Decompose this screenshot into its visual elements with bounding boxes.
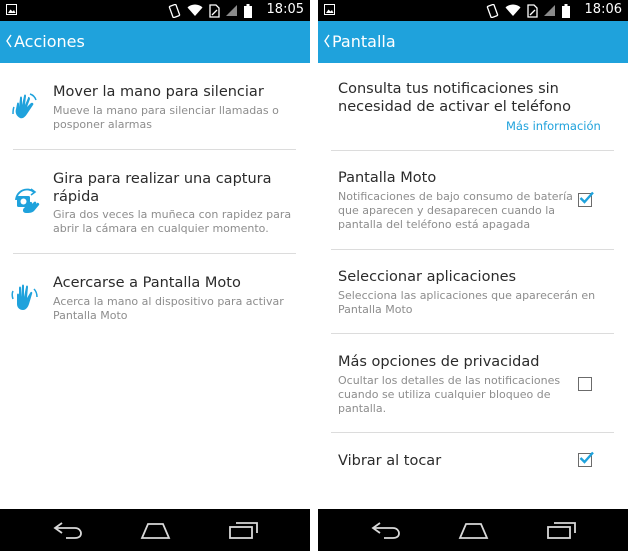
no-sim-icon xyxy=(209,3,220,18)
item-subtitle: Selecciona las aplicaciones que aparecer… xyxy=(338,289,596,316)
wifi-icon xyxy=(187,4,203,16)
approach-hand-icon xyxy=(11,284,38,310)
back-chevron-icon[interactable] xyxy=(323,33,331,49)
item-title: Pantalla Moto xyxy=(338,170,437,186)
action-bar-title[interactable]: Pantalla xyxy=(332,32,396,51)
status-bar: 18:05 xyxy=(0,0,310,21)
vibrate-icon xyxy=(486,3,499,18)
battery-icon xyxy=(244,3,252,18)
item-subtitle: Mueve la mano para silenciar llamadas o … xyxy=(53,104,279,131)
wave-hand-icon xyxy=(12,93,37,119)
item-title: Vibrar al tocar xyxy=(338,453,442,469)
divider xyxy=(331,249,614,250)
action-bar-title[interactable]: Acciones xyxy=(14,32,85,51)
no-sim-icon xyxy=(527,3,538,18)
item-subtitle: Ocultar los detalles de las notificacion… xyxy=(338,374,561,415)
vibrate-checkbox[interactable] xyxy=(578,451,594,467)
checkmark-icon xyxy=(579,191,594,204)
status-bar: 18:06 xyxy=(318,0,628,21)
divider xyxy=(331,150,614,151)
item-subtitle: Acerca la mano al dispositivo para activ… xyxy=(53,295,284,322)
gallery-notification-icon xyxy=(6,4,17,15)
back-nav-icon[interactable] xyxy=(370,520,402,540)
left-screen: 18:05 Acciones Mover la mano para silenc… xyxy=(0,0,310,551)
action-bar: Pantalla xyxy=(318,21,628,63)
action-bar: Acciones xyxy=(0,21,310,63)
recents-nav-icon[interactable] xyxy=(227,520,261,540)
checkmark-icon xyxy=(579,451,594,464)
navigation-bar xyxy=(318,509,628,551)
item-subtitle: Gira dos veces la muñeca con rapidez par… xyxy=(53,208,292,235)
gallery-notification-icon xyxy=(324,4,335,15)
cellular-signal-icon xyxy=(226,5,237,16)
back-chevron-icon[interactable] xyxy=(5,33,13,49)
status-time: 18:05 xyxy=(266,2,304,17)
cellular-signal-icon xyxy=(544,5,555,16)
privacy-checkbox[interactable] xyxy=(578,377,592,391)
item-title: Acercarse a Pantalla Moto xyxy=(53,275,241,291)
home-nav-icon[interactable] xyxy=(457,520,490,540)
more-info-link[interactable]: Más información xyxy=(506,119,601,133)
item-title: Más opciones de privacidad xyxy=(338,354,540,370)
divider xyxy=(13,253,296,254)
wifi-icon xyxy=(505,4,521,16)
vibrate-icon xyxy=(168,3,181,18)
twist-camera-icon xyxy=(15,188,40,213)
screen-separator xyxy=(310,0,318,551)
navigation-bar xyxy=(0,509,310,551)
status-time: 18:06 xyxy=(584,2,622,17)
back-nav-icon[interactable] xyxy=(52,520,84,540)
battery-icon xyxy=(562,3,570,18)
item-title: Seleccionar aplicaciones xyxy=(338,269,517,285)
moto-display-description: Consulta tus notificaciones sin necesida… xyxy=(338,81,571,115)
item-subtitle: Notificaciones de bajo consumo de baterí… xyxy=(338,190,573,231)
divider xyxy=(331,333,614,334)
item-title: Gira para realizar una captura rápida xyxy=(53,171,272,205)
item-title: Mover la mano para silenciar xyxy=(53,84,264,100)
right-screen: 18:06 Pantalla Consulta tus notificacion… xyxy=(318,0,628,551)
moto-display-checkbox[interactable] xyxy=(578,191,594,207)
divider xyxy=(331,432,614,433)
home-nav-icon[interactable] xyxy=(139,520,172,540)
recents-nav-icon[interactable] xyxy=(545,520,579,540)
divider xyxy=(13,149,296,150)
